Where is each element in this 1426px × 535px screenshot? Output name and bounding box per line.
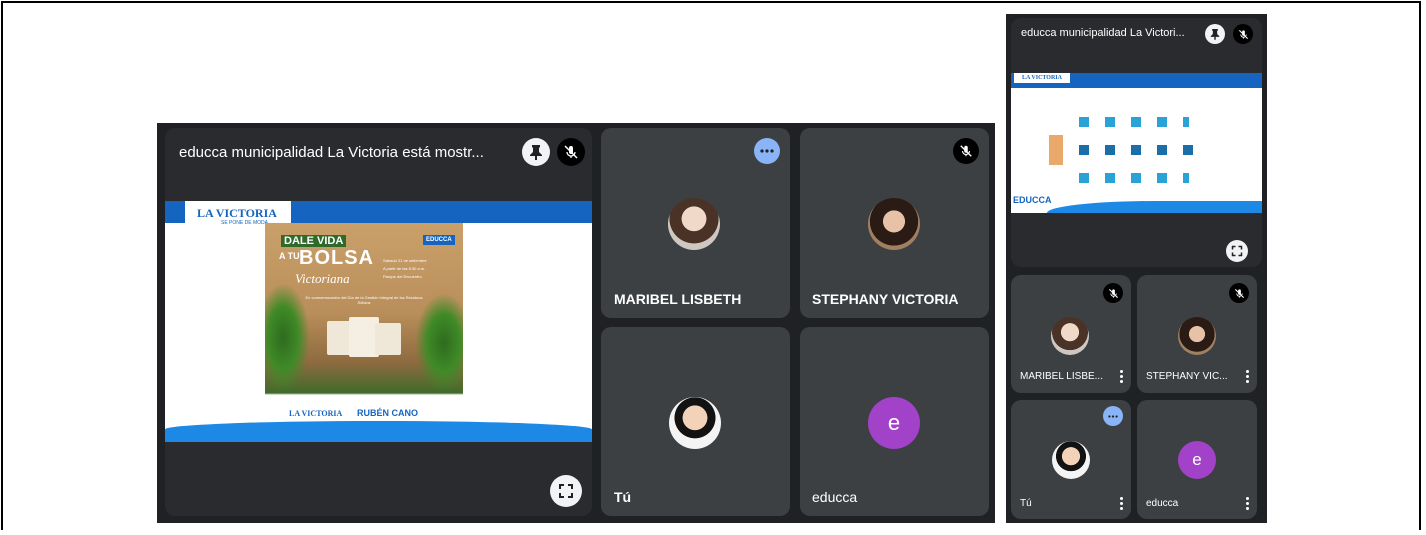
side-participant-tile-maribel[interactable]: MARIBEL LISBE...	[1011, 275, 1131, 393]
poster-headline-2: A TU	[279, 251, 300, 261]
mic-off-indicator	[953, 138, 979, 164]
seat-row-1	[1079, 117, 1189, 127]
participant-tile-stephany[interactable]: STEPHANY VICTORIA	[800, 128, 989, 318]
pin-icon	[1210, 29, 1220, 40]
poster-headline-1: DALE VIDA	[281, 235, 347, 247]
presenter-title: educca municipalidad La Victoria está mo…	[179, 144, 484, 161]
slide-logo-brand: LA VICTORIA	[197, 206, 277, 220]
stage-block	[1049, 135, 1063, 165]
participant-name: educca	[1146, 498, 1179, 509]
avatar-educca: e	[1178, 441, 1216, 479]
fullscreen-icon	[559, 484, 573, 498]
more-options-button[interactable]	[754, 138, 780, 164]
mic-off-indicator	[1233, 24, 1253, 44]
participant-tile-self[interactable]: Tú	[601, 327, 790, 516]
side-presenter-title: educca municipalidad La Victori...	[1021, 27, 1185, 39]
side-presentation-tile[interactable]: educca municipalidad La Victori... LA VI…	[1011, 18, 1262, 267]
mic-off-icon	[1238, 29, 1248, 39]
event-poster: DALE VIDA A TU BOLSA Victoriana EDUCCA S…	[265, 223, 463, 423]
participant-name: MARIBEL LISBE...	[1020, 371, 1103, 382]
poster-event-date: Sábado 21 de setiembre	[383, 258, 427, 263]
kebab-menu-icon[interactable]	[1120, 370, 1124, 385]
poster-bag-3	[375, 323, 401, 355]
side-slide-label: EDUCCA	[1013, 195, 1052, 205]
poster-headline-3: BOLSA	[299, 247, 374, 269]
avatar-maribel	[668, 198, 720, 250]
pin-icon	[530, 145, 542, 160]
avatar-maribel	[1051, 317, 1089, 355]
side-participant-tile-self[interactable]: Tú	[1011, 400, 1131, 519]
shared-slide: LA VICTORIA SE PONE DE MODA DALE VIDA A …	[165, 201, 592, 442]
meet-side-view: educca municipalidad La Victori... LA VI…	[1006, 14, 1267, 523]
slide-logo-tagline: SE PONE DE MODA	[221, 220, 268, 226]
participant-tile-maribel[interactable]: MARIBEL LISBETH	[601, 128, 790, 318]
participant-name: MARIBEL LISBETH	[614, 291, 742, 307]
side-participant-tile-stephany[interactable]: STEPHANY VIC...	[1137, 275, 1257, 393]
slide-bottom-wave	[165, 421, 592, 442]
avatar-stephany	[868, 198, 920, 250]
poster-leaves-left	[265, 283, 310, 393]
more-options-icon	[760, 149, 774, 153]
participant-name: educca	[812, 489, 858, 505]
pin-button[interactable]	[522, 138, 550, 166]
avatar-self	[1052, 441, 1090, 479]
side-slide-bottom-wave	[1047, 201, 1262, 213]
kebab-menu-icon[interactable]	[1246, 370, 1250, 385]
poster-event-time: A partir de las 8:30 a.m.	[383, 266, 426, 271]
meet-main-view: educca municipalidad La Victoria está mo…	[157, 123, 995, 523]
poster-leaves-right	[415, 293, 463, 393]
mic-off-indicator	[557, 138, 585, 166]
mic-off-icon	[1108, 288, 1118, 298]
mic-off-icon	[1234, 288, 1244, 298]
mic-off-icon	[960, 145, 972, 157]
mic-off-indicator	[1103, 283, 1123, 303]
avatar-stephany	[1178, 317, 1216, 355]
fullscreen-button[interactable]	[1226, 240, 1248, 262]
kebab-menu-icon[interactable]	[1120, 497, 1124, 512]
participant-name: Tú	[1020, 498, 1032, 509]
seat-row-2	[1079, 145, 1209, 155]
participant-tile-educca[interactable]: e educca	[800, 327, 989, 516]
seat-row-3	[1079, 173, 1189, 183]
kebab-menu-icon[interactable]	[1246, 497, 1250, 512]
fullscreen-icon	[1231, 245, 1243, 257]
avatar-self	[669, 397, 721, 449]
poster-headline-4: Victoriana	[295, 271, 350, 286]
participant-name: STEPHANY VICTORIA	[812, 291, 959, 307]
pin-button[interactable]	[1205, 24, 1225, 44]
poster-footer-name: RUBÉN CANO	[357, 408, 419, 418]
poster-event-place: Parque del Encuentro	[383, 274, 422, 279]
avatar-educca: e	[868, 397, 920, 449]
more-options-icon	[1108, 414, 1118, 418]
fullscreen-button[interactable]	[550, 475, 582, 507]
side-shared-slide: LA VICTORIA EDUCCA	[1011, 73, 1262, 213]
poster-footer-brand: LA VICTORIA	[289, 409, 343, 418]
mic-off-indicator	[1229, 283, 1249, 303]
side-participant-tile-educca[interactable]: e educca	[1137, 400, 1257, 519]
participant-name: Tú	[614, 489, 632, 505]
poster-event-sub: En conmemoración del Día de la Gestión I…	[305, 295, 423, 305]
mic-off-icon	[564, 145, 578, 159]
poster-badge: EDUCCA	[423, 235, 455, 245]
participant-name: STEPHANY VIC...	[1146, 371, 1228, 382]
presentation-tile[interactable]: educca municipalidad La Victoria está mo…	[165, 128, 592, 516]
side-slide-logo: LA VICTORIA	[1014, 73, 1070, 83]
more-options-button[interactable]	[1103, 406, 1123, 426]
